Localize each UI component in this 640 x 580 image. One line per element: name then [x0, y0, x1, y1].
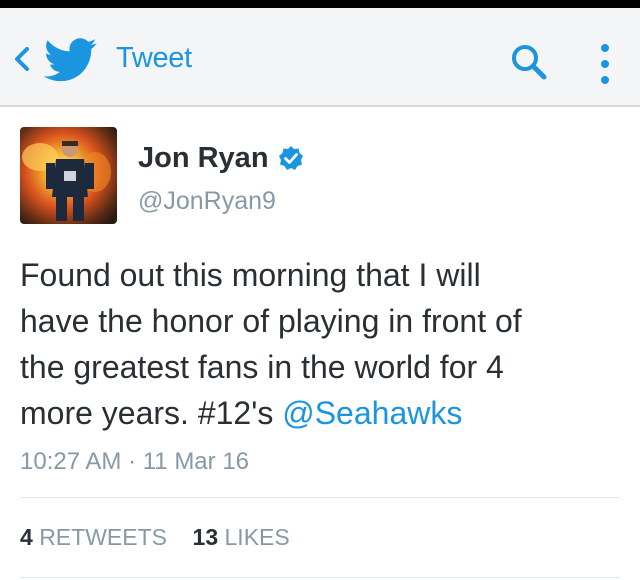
- search-icon[interactable]: [508, 42, 550, 84]
- likes-count: 13: [192, 524, 219, 550]
- tweet-text-line: Found out this morning that I will: [20, 257, 481, 293]
- mention-link[interactable]: @Seahawks: [282, 395, 462, 431]
- timestamp: 10:27 AM · 11 Mar 16: [20, 448, 250, 475]
- tweet-text-line: the greatest fans in the world for 4: [20, 349, 504, 385]
- tweet-text-line: have the honor of playing in front of: [20, 303, 522, 339]
- author-name[interactable]: Jon Ryan: [138, 142, 269, 175]
- app-bar: Tweet: [0, 8, 640, 107]
- divider: [20, 497, 620, 498]
- back-button[interactable]: [6, 38, 110, 82]
- page-title: Tweet: [116, 42, 192, 74]
- tweet-text: Found out this morning that I will have …: [20, 252, 630, 436]
- likes-label: LIKES: [224, 524, 290, 550]
- retweets-count: 4: [20, 524, 33, 550]
- status-bar: [0, 0, 640, 8]
- divider: [20, 577, 620, 578]
- engagement-stats: 4 RETWEETS 13 LIKES: [20, 524, 290, 551]
- more-vertical-icon[interactable]: [597, 42, 613, 88]
- screen: Tweet Jon Ryan @JonRyan9 Found out this …: [0, 0, 640, 580]
- retweets-stat[interactable]: 4 RETWEETS: [20, 524, 167, 550]
- likes-stat[interactable]: 13 LIKES: [193, 524, 290, 550]
- author-handle[interactable]: @JonRyan9: [138, 187, 276, 216]
- tweet-text-line: more years. #12's: [20, 395, 283, 431]
- verified-badge-icon: [279, 146, 303, 170]
- avatar[interactable]: [20, 127, 117, 224]
- twitter-bird-icon: [44, 38, 97, 82]
- retweets-label: RETWEETS: [39, 524, 167, 550]
- chevron-left-icon: [15, 47, 29, 71]
